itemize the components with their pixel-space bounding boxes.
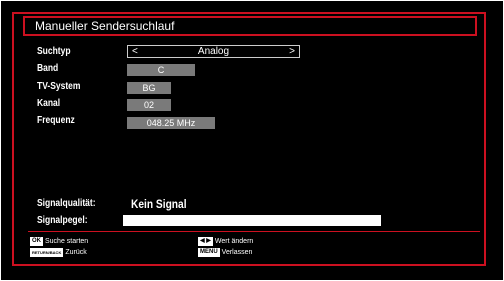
left-right-key-icon: ◀ ▶	[198, 237, 213, 246]
kanal-label: Kanal	[37, 98, 61, 109]
signal-quality-label: Signalqualität:	[37, 198, 96, 209]
tv-screen: Manueller Sendersuchlauf Suchtyp < Analo…	[1, 1, 503, 280]
suchtyp-selector[interactable]: < Analog >	[127, 45, 300, 58]
right-arrow-icon[interactable]: >	[289, 46, 295, 57]
signal-quality-value: Kein Signal	[131, 197, 187, 211]
page-title: Manueller Sendersuchlauf	[23, 16, 477, 36]
hint-start-search-text: Suche starten	[45, 238, 89, 245]
hint-back-text: Zurück	[65, 249, 87, 256]
frequenz-value[interactable]: 048.25 MHz	[127, 117, 215, 129]
footer-divider	[28, 231, 480, 232]
tv-system-value[interactable]: BG	[127, 82, 171, 94]
left-arrow-icon[interactable]: <	[132, 46, 138, 57]
signal-level-bar	[123, 215, 381, 226]
hint-change-value: ◀ ▶ Wert ändern	[198, 237, 253, 246]
ok-key-icon: OK	[30, 237, 43, 246]
tv-system-label: TV-System	[37, 81, 81, 92]
frequenz-label: Frequenz	[37, 115, 75, 126]
hint-back: RETURN/BACK Zurück	[30, 248, 87, 257]
hint-exit: MENU Verlassen	[198, 248, 252, 257]
hint-exit-text: Verlassen	[221, 249, 253, 256]
kanal-value[interactable]: 02	[127, 99, 171, 111]
signal-level-label: Signalpegel:	[37, 215, 88, 226]
hint-start-search: OK Suche starten	[30, 237, 88, 246]
hint-change-value-text: Wert ändern	[214, 238, 254, 245]
band-value[interactable]: C	[127, 64, 195, 76]
suchtyp-value: Analog	[197, 46, 230, 57]
suchtyp-label: Suchtyp	[37, 46, 71, 57]
menu-key-icon: MENU	[198, 248, 220, 257]
band-label: Band	[37, 63, 59, 74]
return-key-icon: RETURN/BACK	[30, 248, 64, 257]
